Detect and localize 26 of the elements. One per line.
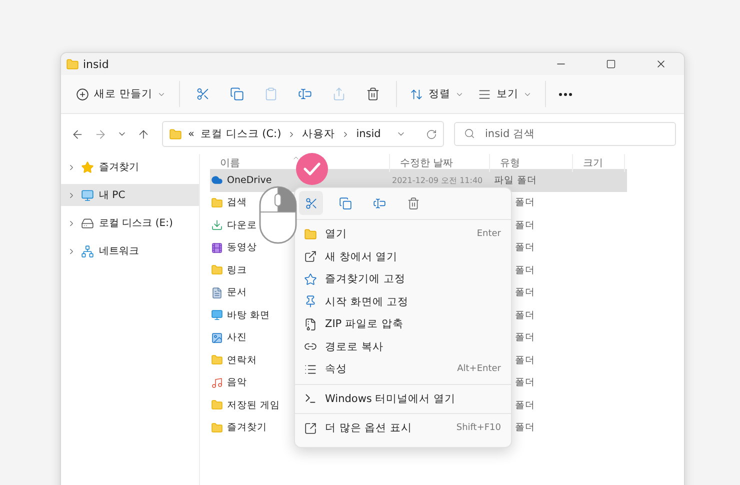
file-name: 연락처 <box>227 354 257 367</box>
type-cell: 폴더 <box>515 264 535 277</box>
file-name: 동영상 <box>227 241 257 254</box>
file-name: 음악 <box>227 376 247 390</box>
file-name: 즐겨찾기 <box>227 421 267 434</box>
type-cell: 폴더 <box>515 398 535 412</box>
type-cell: 폴더 <box>515 286 535 300</box>
window-title: insid <box>83 58 110 70</box>
type-cell: 폴더 <box>515 421 535 434</box>
type-cell: 파일 폴더 <box>494 174 538 187</box>
type-cell: 폴더 <box>515 331 535 344</box>
type-cell: 폴더 <box>515 218 535 232</box>
file-name: OneDrive <box>227 174 272 186</box>
type-cell: 폴더 <box>515 196 535 210</box>
file-name: 사진 <box>227 331 247 344</box>
type-cell: 폴더 <box>515 241 535 254</box>
file-name: 검색 <box>227 196 247 210</box>
type-cell: 폴더 <box>515 376 535 390</box>
type-cell: 폴더 <box>515 354 535 367</box>
date-cell: 2021-12-09 오전 11:40 <box>392 174 483 186</box>
file-name: 문서 <box>227 286 247 300</box>
type-cell: 폴더 <box>515 308 535 322</box>
file-name: 바탕 화면 <box>227 308 270 322</box>
file-name: 링크 <box>227 264 247 277</box>
file-name: 다운로 <box>227 218 257 232</box>
file-name: 저장된 게임 <box>227 398 280 412</box>
